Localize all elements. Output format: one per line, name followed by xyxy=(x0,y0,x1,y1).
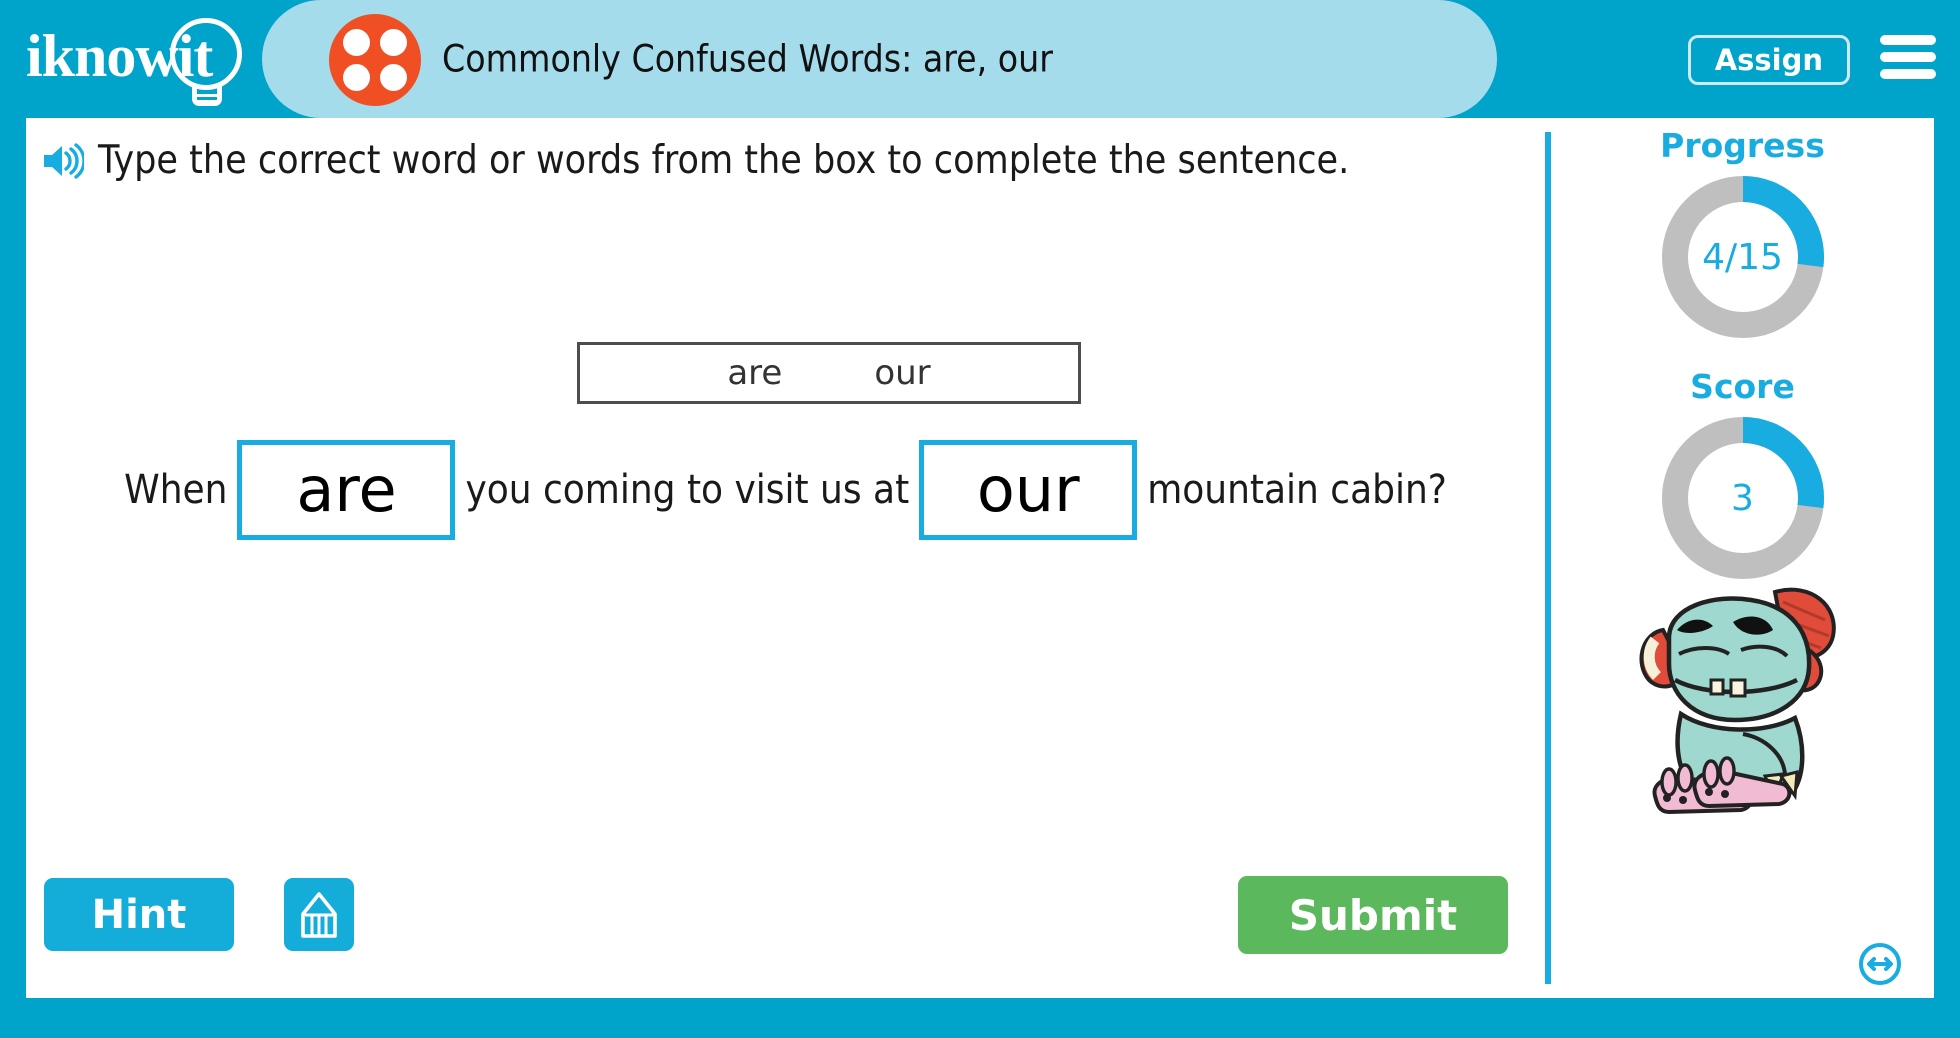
hamburger-menu-icon[interactable] xyxy=(1880,33,1936,81)
word-bank-item[interactable]: are xyxy=(727,353,782,393)
app-root: iknowit Commonly Confused Words: are, ou… xyxy=(0,0,1960,1038)
lightbulb-line-icon xyxy=(194,100,220,103)
lightbulb-icon xyxy=(170,18,242,90)
progress-ring: 4/15 xyxy=(1657,171,1829,343)
hint-button[interactable]: Hint xyxy=(44,878,234,951)
brand-logo[interactable]: iknowit xyxy=(22,10,242,110)
instruction-text: Type the correct word or words from the … xyxy=(98,138,1350,183)
word-bank-item[interactable]: our xyxy=(874,353,930,393)
answer-input-2[interactable]: our xyxy=(919,440,1138,540)
sentence-row: When are you coming to visit us at our m… xyxy=(26,440,1545,540)
progress-meter: Progress 4/15 xyxy=(1551,126,1934,343)
answer-input-2-value: our xyxy=(976,453,1080,526)
progress-value: 4/15 xyxy=(1702,236,1783,278)
score-meter: Score 3 xyxy=(1551,367,1934,584)
score-label: Score xyxy=(1690,367,1795,406)
scratchpad-button[interactable] xyxy=(284,878,354,951)
progress-label: Progress xyxy=(1660,126,1825,165)
lesson-title-tab: Commonly Confused Words: are, our xyxy=(262,0,1497,118)
status-sidebar: Progress 4/15 Score 3 xyxy=(1551,118,1934,998)
word-bank: are our xyxy=(577,342,1081,404)
answer-input-1-value: are xyxy=(296,453,397,526)
answer-input-1[interactable]: are xyxy=(237,440,456,540)
submit-button[interactable]: Submit xyxy=(1238,876,1508,954)
speaker-icon[interactable] xyxy=(42,142,86,180)
instruction-row: Type the correct word or words from the … xyxy=(42,138,1349,183)
resize-horizontal-icon[interactable] xyxy=(1858,942,1902,986)
sentence-fragment-middle: you coming to visit us at xyxy=(465,467,910,513)
monster-mascot-icon xyxy=(1625,568,1855,818)
score-value: 3 xyxy=(1731,477,1754,519)
score-ring: 3 xyxy=(1657,412,1829,584)
lesson-card: Type the correct word or words from the … xyxy=(26,118,1934,998)
page-title: Commonly Confused Words: are, our xyxy=(442,37,1053,81)
assign-button[interactable]: Assign xyxy=(1687,35,1850,85)
four-dots-circle-icon xyxy=(329,14,421,106)
app-header: iknowit Commonly Confused Words: are, ou… xyxy=(0,0,1960,118)
lightbulb-line-icon xyxy=(194,94,220,97)
sentence-fragment-before: When xyxy=(124,467,228,513)
sentence-fragment-after: mountain cabin? xyxy=(1147,467,1447,513)
